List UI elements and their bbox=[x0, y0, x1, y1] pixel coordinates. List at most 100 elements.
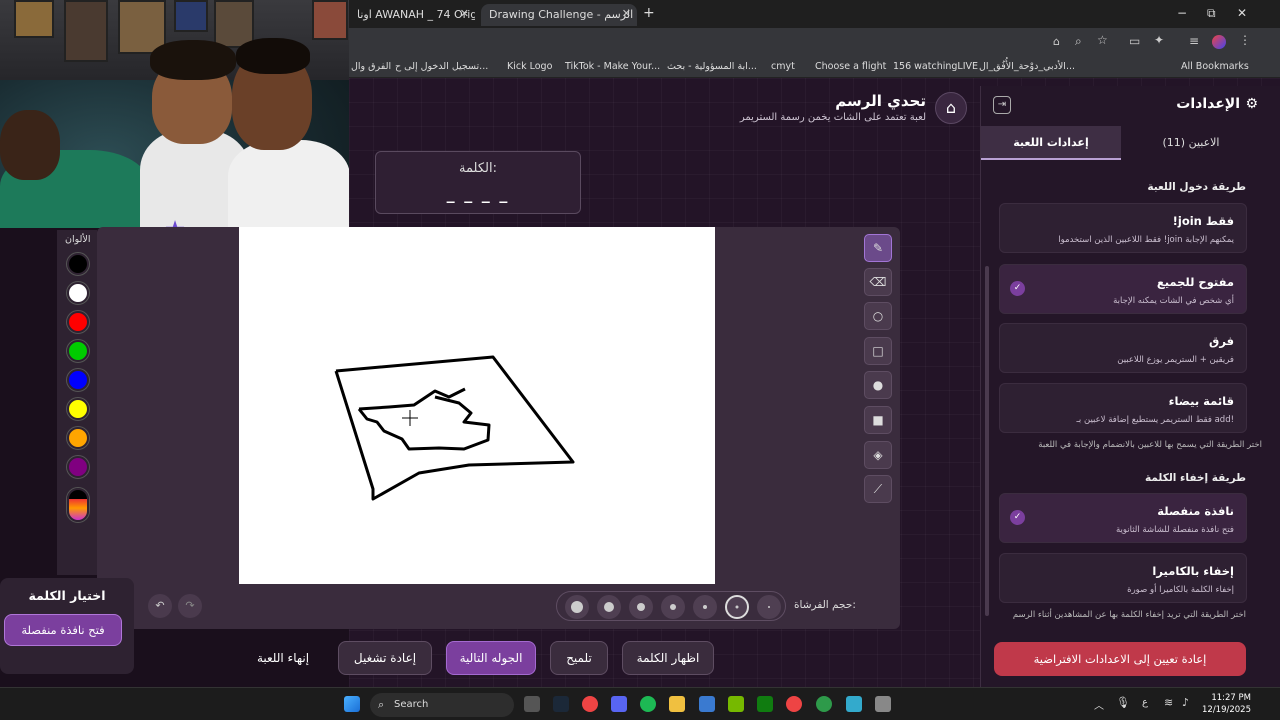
fill-tool[interactable]: ◈ bbox=[864, 441, 892, 469]
taskbar-search[interactable]: ⌕ Search bbox=[370, 693, 514, 717]
restart-button[interactable]: إعادة تشغيل bbox=[338, 641, 432, 675]
new-tab-button[interactable]: + bbox=[643, 5, 655, 21]
option-separate-window[interactable]: نافذة منفصلة فتح نافذة منفصلة للشاشة الث… bbox=[999, 493, 1247, 543]
brush-size-option[interactable] bbox=[661, 595, 685, 619]
bookmark-item[interactable]: TikTok - Make Your... bbox=[565, 61, 660, 72]
discord-icon[interactable] bbox=[611, 696, 627, 712]
tray-chevron-icon[interactable]: ︿ bbox=[1094, 697, 1104, 712]
tab-game-settings[interactable]: إعدادات اللعبة bbox=[981, 126, 1121, 160]
collapse-panel-icon[interactable]: ⇥ bbox=[993, 96, 1011, 114]
filled-rectangle-tool[interactable]: ■ bbox=[864, 406, 892, 434]
custom-color-picker[interactable] bbox=[67, 488, 89, 522]
camera-app-icon[interactable] bbox=[524, 696, 540, 712]
home-button[interactable]: ⌂ bbox=[935, 92, 967, 124]
rectangle-tool[interactable]: □ bbox=[864, 337, 892, 365]
next-round-button[interactable]: الجوله التالية bbox=[446, 641, 536, 675]
redo-button[interactable]: ↷ bbox=[178, 594, 202, 618]
restore-icon[interactable]: ⧉ bbox=[1207, 6, 1216, 21]
minimize-icon[interactable]: − bbox=[1177, 6, 1187, 20]
store-icon[interactable] bbox=[699, 696, 715, 712]
chrome-active-icon[interactable] bbox=[786, 696, 802, 712]
cast-icon[interactable]: ▭ bbox=[1129, 34, 1140, 48]
close-tab-icon[interactable]: ✕ bbox=[622, 7, 631, 20]
color-swatch-orange[interactable] bbox=[67, 427, 89, 449]
spotify-icon[interactable] bbox=[640, 696, 656, 712]
brush-size-option[interactable] bbox=[597, 595, 621, 619]
bookmark-item[interactable]: ابة المسؤولية - بحث... bbox=[667, 61, 757, 72]
circle-tool[interactable]: ○ bbox=[864, 302, 892, 330]
microphone-icon[interactable]: 🎙︎ bbox=[1116, 696, 1130, 709]
show-word-button[interactable]: اظهار الكلمة bbox=[622, 641, 714, 675]
brush-size-row bbox=[556, 591, 786, 621]
close-tab-icon[interactable]: ✕ bbox=[460, 7, 469, 20]
extensions-icon[interactable]: ✦ bbox=[1154, 33, 1164, 47]
color-swatch-purple[interactable] bbox=[67, 456, 89, 478]
option-whitelist[interactable]: قائمة بيضاء فقط الستريمر يستطيع إضافة لا… bbox=[999, 383, 1247, 433]
drawing-canvas[interactable] bbox=[239, 227, 715, 584]
option-hide-camera[interactable]: إخفاء بالكاميرا إخفاء الكلمة بالكاميرا أ… bbox=[999, 553, 1247, 603]
bookmark-item[interactable]: cmyt bbox=[771, 61, 795, 72]
media-icon[interactable]: ≡ bbox=[1189, 34, 1199, 48]
end-game-button[interactable]: إنهاء اللعبة bbox=[240, 641, 326, 675]
wifi-icon[interactable]: ≋ bbox=[1164, 696, 1173, 709]
bookmark-item[interactable]: الأدبي_دوْحة_الأُفُق_ال... bbox=[979, 61, 1075, 72]
bookmark-item[interactable]: تسجيل الدخول إلى ح... bbox=[395, 61, 488, 72]
translate-icon[interactable]: ⌂ bbox=[1053, 35, 1060, 48]
color-swatch-green[interactable] bbox=[67, 340, 89, 362]
color-swatch-black[interactable] bbox=[67, 253, 89, 275]
tab-players[interactable]: الاعبين (11) bbox=[1121, 126, 1261, 160]
open-separate-window-button[interactable]: فتح نافذة منفصلة bbox=[4, 614, 122, 646]
option-open-to-all[interactable]: مفتوح للجميع أي شخص في الشات يمكنه الإجا… bbox=[999, 264, 1247, 314]
language-indicator[interactable]: ع bbox=[1142, 697, 1148, 708]
windows-start-icon[interactable] bbox=[344, 696, 360, 712]
clock[interactable]: 11:27 PM 12/19/2025 bbox=[1202, 692, 1251, 716]
color-swatch-white[interactable] bbox=[67, 282, 89, 304]
bookmark-item[interactable]: Kick Logo bbox=[507, 61, 552, 72]
brush-size-option[interactable] bbox=[565, 595, 589, 619]
volume-icon[interactable]: ♪ bbox=[1182, 696, 1189, 709]
settings-scrollbar[interactable] bbox=[985, 266, 989, 616]
word-label: الكلمة: bbox=[459, 161, 497, 176]
reset-defaults-button[interactable]: إعادة تعيين إلى الاعدادات الافتراضية bbox=[994, 642, 1246, 676]
taskbar: ⌕ Search ︿ 🎙︎ ع ≋ ♪ 11:27 PM 12/19/2025 bbox=[0, 687, 1280, 720]
close-window-icon[interactable]: ✕ bbox=[1237, 6, 1247, 20]
bookmark-star-icon[interactable]: ☆ bbox=[1097, 33, 1108, 47]
chrome-icon[interactable] bbox=[582, 696, 598, 712]
tab-drawing-challenge[interactable]: Drawing Challenge - تحدي الرسم ✕ bbox=[481, 4, 637, 26]
bookmark-item[interactable]: الفرق وال bbox=[351, 61, 391, 72]
option-title: قائمة بيضاء bbox=[1168, 394, 1234, 408]
color-swatch-yellow[interactable] bbox=[67, 398, 89, 420]
all-bookmarks[interactable]: All Bookmarks bbox=[1181, 61, 1249, 72]
nvidia-icon[interactable] bbox=[728, 696, 744, 712]
brush-tool[interactable]: ✎ bbox=[864, 234, 892, 262]
hint-button[interactable]: تلميح bbox=[550, 641, 608, 675]
bookmark-item[interactable]: 156 watchingLIVE bbox=[893, 61, 978, 72]
eraser-icon: ⌫ bbox=[869, 275, 887, 289]
undo-button[interactable]: ↶ bbox=[148, 594, 172, 618]
zoom-icon[interactable]: ⌕ bbox=[1075, 34, 1082, 49]
brush-size-option[interactable] bbox=[629, 595, 653, 619]
app-green-icon[interactable] bbox=[846, 696, 862, 712]
tab-awanah[interactable]: اونا AWANAH _ 74 Original AE ✕ bbox=[349, 4, 475, 26]
xbox-icon[interactable] bbox=[757, 696, 773, 712]
option-title: !join فقط bbox=[1172, 214, 1234, 228]
file-explorer-icon[interactable] bbox=[669, 696, 685, 712]
color-swatch-blue[interactable] bbox=[67, 369, 89, 391]
brush-size-option[interactable] bbox=[757, 595, 781, 619]
settings-app-icon[interactable] bbox=[875, 696, 891, 712]
color-swatch-red[interactable] bbox=[67, 311, 89, 333]
eraser-tool[interactable]: ⌫ bbox=[864, 268, 892, 296]
steam-icon[interactable] bbox=[553, 696, 569, 712]
page-title: تحدي الرسم bbox=[835, 92, 926, 110]
menu-icon[interactable]: ⋮ bbox=[1239, 33, 1251, 47]
app-u-icon[interactable] bbox=[816, 696, 832, 712]
filled-circle-tool[interactable]: ● bbox=[864, 371, 892, 399]
brush-size-option[interactable] bbox=[693, 595, 717, 619]
bookmark-item[interactable]: Choose a flight bbox=[815, 61, 886, 72]
profile-avatar[interactable] bbox=[1212, 35, 1226, 49]
line-icon: ⟋ bbox=[873, 482, 883, 496]
option-join-only[interactable]: !join فقط فقط اللاعبين الذين استخدموا !j… bbox=[999, 203, 1247, 253]
brush-size-option-selected[interactable] bbox=[725, 595, 749, 619]
option-teams[interactable]: فرق فريقين + الستريمر يوزع اللاعبين bbox=[999, 323, 1247, 373]
line-tool[interactable]: ⟋ bbox=[864, 475, 892, 503]
